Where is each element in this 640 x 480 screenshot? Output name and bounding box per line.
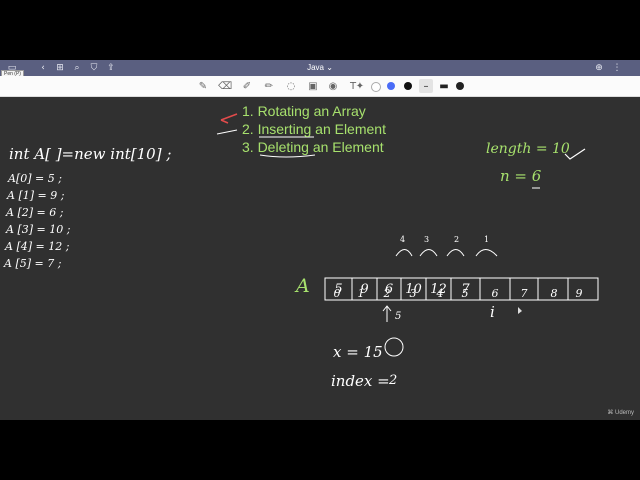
star-icon[interactable]: ✦ [353,79,367,93]
array-cell-5: 7 [461,281,470,297]
udemy-watermark: ⌘ Udemy [607,409,634,416]
stroke-thin[interactable]: – [419,79,433,93]
assignment-4: A [4] = 12 ; [5,240,70,253]
highlighter-icon[interactable]: ✐ [240,79,254,93]
add-page-icon[interactable]: ⊕ [592,60,606,76]
udemy-logo-icon: ⌘ [607,410,615,416]
array-name: A [296,275,310,297]
shift-step-2: 2 [454,235,460,244]
array-declaration: int A[ ]=new int[10] ; [9,145,172,163]
topic-deleting: 3. Deleting an Element [242,139,384,155]
n-label: n = 6 [500,167,542,185]
length-label: length = 10 [486,141,570,157]
window-title[interactable]: Java ⌄ [0,63,640,72]
x-value: x = 15 [333,343,383,361]
stroke-medium[interactable]: ▬ [437,79,451,93]
index-value: 2 [389,373,398,388]
array-cell-3: 10 [405,281,422,297]
shift-step-1: 1 [484,235,490,244]
assignment-1: A [1] = 9 ; [7,189,65,202]
array-cell-1: 9 [360,281,369,297]
pencil-icon[interactable]: ✏ [262,79,276,93]
array-cell-4: 12 [430,281,447,297]
watermark-text: Udemy [614,410,634,416]
pointer-label: 5 [395,311,402,322]
index-6: 6 [491,287,499,300]
topic-inserting: 2. Inserting an Element [242,121,386,137]
index-9: 9 [575,287,583,300]
assignment-0: A[0] = 5 ; [8,172,62,185]
more-icon[interactable]: ⋮ [610,60,624,76]
pen-icon[interactable]: ✎ [196,79,210,93]
stroke-thick[interactable] [456,82,464,90]
assignment-2: A [2] = 6 ; [6,206,64,219]
shift-step-3: 3 [424,235,430,244]
assignment-3: A [3] = 10 ; [6,223,71,236]
lasso-icon[interactable]: ◌ [284,79,298,93]
color-white[interactable] [371,82,381,92]
eraser-icon[interactable]: ⌫ [218,79,232,93]
index-7: 7 [520,287,528,300]
color-black[interactable] [404,82,412,90]
title-bar: ▭ ‹ ⊞ ⌕ ⛉ ⇪ Java ⌄ ⊕ ⋮ [0,60,640,76]
array-cell-0: 5 [334,281,343,297]
app-window: ▭ ‹ ⊞ ⌕ ⛉ ⇪ Java ⌄ ⊕ ⋮ Pen (P) ✎ ⌫ ✐ ✏ ◌… [0,60,640,420]
array-cell-2: 6 [384,281,394,297]
assignment-5: A [5] = 7 ; [4,257,62,270]
drawing-toolbar: ✎ ⌫ ✐ ✏ ◌ ▣ ◉ T ✦ – ▬ [0,76,640,97]
color-blue[interactable] [387,82,395,90]
shift-step-4: 4 [400,235,406,244]
notes-canvas[interactable]: 1. Rotating an Array 2. Inserting an Ele… [0,97,640,420]
topic-rotating: 1. Rotating an Array [242,103,366,119]
index-8: 8 [550,287,558,300]
index-value-label: index = [331,372,390,390]
camera-icon[interactable]: ◉ [326,79,340,93]
i-label: i [490,303,495,321]
image-icon[interactable]: ▣ [306,79,320,93]
